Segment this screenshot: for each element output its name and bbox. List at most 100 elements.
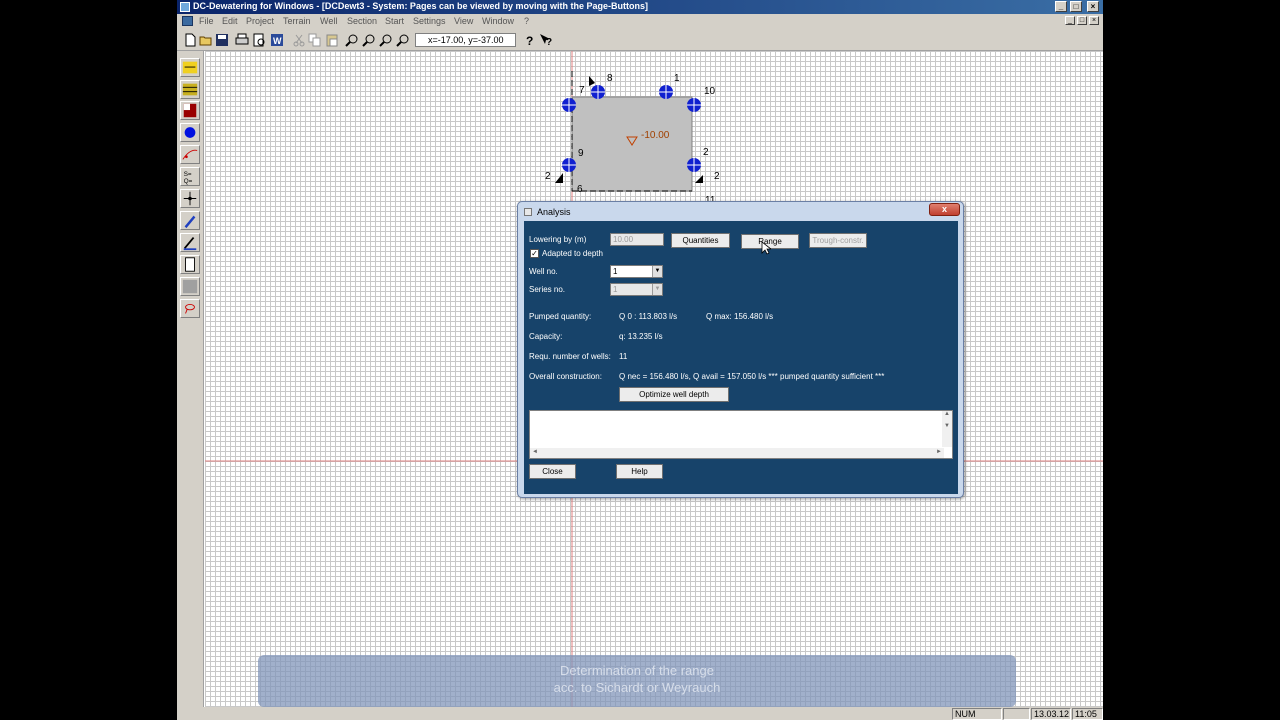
page-icon[interactable] bbox=[180, 255, 200, 274]
paste-icon[interactable] bbox=[325, 33, 339, 47]
word-export-icon[interactable]: W bbox=[270, 33, 284, 47]
analysis-dialog: Analysis x Lowering by (m) 10.00 Quantit… bbox=[517, 201, 964, 498]
menu-bar: File Edit Project Terrain Well Section S… bbox=[177, 14, 1103, 29]
tool-palette: S= Q= bbox=[177, 51, 204, 720]
chevron-down-icon[interactable]: ▼ bbox=[652, 284, 662, 295]
capacity-value: q: 13.235 l/s bbox=[619, 332, 663, 341]
chevron-down-icon[interactable]: ▼ bbox=[652, 266, 662, 277]
context-help-icon[interactable]: ? bbox=[539, 33, 553, 47]
application-window: DC-Dewatering for Windows - [DCDewt3 - S… bbox=[177, 0, 1103, 720]
mouse-cursor-icon bbox=[761, 241, 771, 255]
menu-settings[interactable]: Settings bbox=[413, 16, 446, 26]
dialog-body: Lowering by (m) 10.00 Quantities Range T… bbox=[524, 221, 958, 494]
well-marker[interactable] bbox=[562, 158, 576, 172]
menu-view[interactable]: View bbox=[454, 16, 473, 26]
excavation-pit-icon[interactable] bbox=[180, 101, 200, 120]
optimize-well-depth-button[interactable]: Optimize well depth bbox=[619, 387, 729, 402]
menu-start[interactable]: Start bbox=[385, 16, 404, 26]
well-marker[interactable] bbox=[687, 98, 701, 112]
requ-wells-value: 11 bbox=[619, 352, 628, 361]
svg-text:Q=: Q= bbox=[184, 178, 193, 185]
adapted-label: Adapted to depth bbox=[542, 249, 603, 258]
menu-window[interactable]: Window bbox=[482, 16, 514, 26]
trough-constr-button[interactable]: Trough-constr. bbox=[809, 233, 867, 248]
coordinate-display: x=-17.00, y=-37.00 bbox=[415, 33, 516, 47]
copy-icon[interactable] bbox=[308, 33, 322, 47]
series-no-label: Series no. bbox=[529, 285, 566, 294]
result-textbox[interactable]: ▲ ▼ ◄ ► bbox=[529, 410, 953, 459]
gray-fill-icon[interactable] bbox=[180, 277, 200, 296]
menu-help[interactable]: ? bbox=[524, 16, 529, 26]
section-line-icon[interactable] bbox=[180, 233, 200, 252]
move-points-icon[interactable] bbox=[180, 189, 200, 208]
pen-edit-icon[interactable] bbox=[180, 211, 200, 230]
svg-text:S=: S= bbox=[184, 171, 192, 178]
menu-well[interactable]: Well bbox=[320, 16, 337, 26]
document-icon[interactable] bbox=[182, 16, 193, 26]
menu-section[interactable]: Section bbox=[347, 16, 377, 26]
open-folder-icon[interactable] bbox=[199, 33, 213, 47]
status-bar: NUM 13.03.12 11:05 bbox=[177, 707, 1103, 720]
window-title: DC-Dewatering for Windows - [DCDewt3 - S… bbox=[193, 1, 648, 11]
status-empty-cell bbox=[1003, 708, 1030, 720]
quantities-button[interactable]: Quantities bbox=[671, 233, 730, 248]
capacity-label: Capacity: bbox=[529, 332, 563, 341]
excavation-pit[interactable] bbox=[571, 96, 693, 192]
dialog-title: Analysis bbox=[537, 207, 571, 217]
caption-overlay: Determination of the range acc. to Sicha… bbox=[258, 655, 1016, 707]
well-label: 1 bbox=[674, 73, 680, 84]
series-no-select[interactable]: 1 ▼ bbox=[610, 283, 663, 296]
well-label: 7 bbox=[579, 85, 585, 96]
menu-project[interactable]: Project bbox=[246, 16, 274, 26]
pumped-label: Pumped quantity: bbox=[529, 312, 592, 321]
terrain-layer-icon[interactable] bbox=[180, 58, 200, 77]
zoom-out-icon[interactable] bbox=[362, 33, 376, 47]
print-preview-icon[interactable] bbox=[252, 33, 266, 47]
lasso-icon[interactable] bbox=[180, 299, 200, 318]
new-file-icon[interactable] bbox=[183, 33, 197, 47]
mdi-close-button[interactable]: × bbox=[1089, 16, 1099, 25]
status-date: 13.03.12 bbox=[1031, 708, 1071, 720]
help-button[interactable]: Help bbox=[616, 464, 663, 479]
help-icon[interactable]: ? bbox=[523, 33, 537, 47]
caption-line-1: Determination of the range bbox=[560, 663, 714, 678]
zoom-all-icon[interactable] bbox=[396, 33, 410, 47]
horizontal-scrollbar[interactable]: ◄ ► bbox=[530, 448, 944, 458]
well-marker[interactable] bbox=[562, 98, 576, 112]
cut-icon[interactable] bbox=[292, 33, 306, 47]
well-marker[interactable] bbox=[591, 85, 605, 99]
sq-formula-icon[interactable]: S=Q= bbox=[180, 167, 200, 186]
adapted-checkbox[interactable]: ✓ bbox=[530, 249, 539, 258]
close-button[interactable]: Close bbox=[529, 464, 576, 479]
menu-edit[interactable]: Edit bbox=[222, 16, 238, 26]
soil-layer-icon[interactable] bbox=[180, 80, 200, 99]
status-time: 11:05 bbox=[1072, 708, 1103, 720]
drawdown-curve-icon[interactable] bbox=[180, 145, 200, 164]
print-icon[interactable] bbox=[235, 33, 249, 47]
maximize-button[interactable]: □ bbox=[1070, 1, 1082, 12]
pit-level-label: -10.00 bbox=[641, 130, 670, 141]
title-bar: DC-Dewatering for Windows - [DCDewt3 - S… bbox=[177, 0, 1103, 14]
dialog-close-button[interactable]: x bbox=[929, 203, 960, 216]
well-label: 10 bbox=[704, 86, 716, 97]
mdi-minimize-button[interactable]: _ bbox=[1065, 16, 1075, 25]
save-icon[interactable] bbox=[215, 33, 229, 47]
well-marker[interactable] bbox=[659, 85, 673, 99]
overall-value: Q nec = 156.480 l/s, Q avail = 157.050 l… bbox=[619, 372, 885, 381]
lowering-input[interactable]: 10.00 bbox=[610, 233, 664, 246]
zoom-in-icon[interactable] bbox=[345, 33, 359, 47]
well-icon[interactable] bbox=[180, 123, 200, 142]
minimize-button[interactable]: _ bbox=[1055, 1, 1067, 12]
menu-terrain[interactable]: Terrain bbox=[283, 16, 311, 26]
close-window-button[interactable]: × bbox=[1087, 1, 1099, 12]
well-marker[interactable] bbox=[687, 158, 701, 172]
menu-file[interactable]: File bbox=[199, 16, 214, 26]
caption-line-2: acc. to Sichardt or Weyrauch bbox=[553, 680, 721, 695]
num-lock-indicator: NUM bbox=[952, 708, 1002, 720]
app-icon[interactable] bbox=[180, 2, 190, 12]
zoom-window-icon[interactable] bbox=[379, 33, 393, 47]
mdi-restore-button[interactable]: □ bbox=[1077, 16, 1087, 25]
requ-wells-label: Requ. number of wells: bbox=[529, 352, 611, 361]
vertical-scrollbar[interactable]: ▲ ▼ bbox=[942, 411, 952, 447]
well-no-select[interactable]: 1 ▼ bbox=[610, 265, 663, 278]
